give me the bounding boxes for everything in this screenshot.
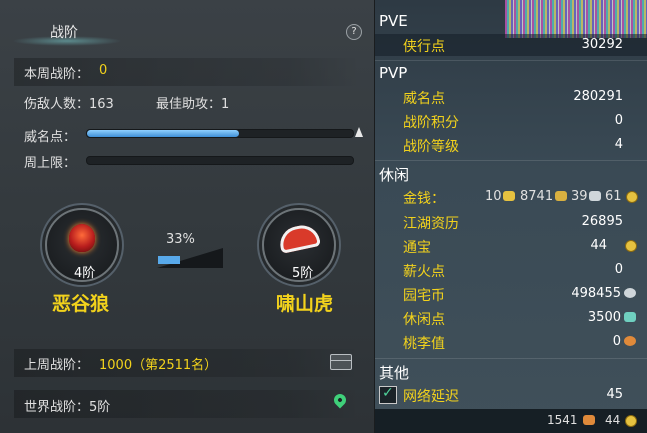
currency-panel: PVE 侠行点 30292 PVP 威名点 280291 战阶积分 0 战阶等级… [375,0,647,433]
taoli-value: 0 [612,334,621,349]
rank-level-value: 4 [614,137,623,152]
current-rank-name: 恶谷狼 [52,293,110,315]
tongbao-value: 44 [590,238,607,253]
yuanzhai-coin-icon [624,288,636,298]
bottom-left-count: 1541 [547,413,578,427]
prestige-value-r: 280291 [573,89,623,104]
other-section-title: 其他 [379,364,410,382]
prestige-cap-marker-icon [355,127,363,137]
xinhuo-label: 薪火点 [403,264,445,280]
gold-ingot-icon [555,191,567,201]
divider [375,160,647,161]
next-rank-level: 5阶 [292,266,314,281]
peach-icon [624,336,636,346]
prestige-label-r: 威名点 [403,91,445,107]
best-assist: 最佳助攻：1 [156,97,230,112]
pve-label: 侠行点 [403,39,445,55]
latency-label: 网络延迟 [403,389,459,405]
boot-icon [583,415,595,425]
world-rank: 世界战阶：5阶 [24,400,111,415]
background-glitch [505,0,647,38]
copper-coin-icon [626,191,638,203]
money-label: 金钱： [403,191,445,207]
panel-title: 战阶 [50,25,78,41]
taoli-label: 桃李值 [403,336,445,352]
money-gold: 8741 [520,189,554,204]
reward-chest-icon[interactable] [330,354,352,370]
prestige-bar-fill [87,130,239,137]
rank-score-value: 0 [614,113,623,128]
wolf-emblem-icon [69,224,95,252]
silver-ingot-icon [589,191,601,201]
xiuxian-label: 休闲点 [403,312,445,328]
yuanzhai-label: 园宅币 [403,288,445,304]
pvp-section-title: PVP [379,64,408,82]
prestige-label: 威名点： [24,130,77,145]
money-copper: 61 [605,189,622,204]
bottom-right-count: 44 [605,413,621,427]
next-rank-name: 啸山虎 [276,293,334,315]
divider [375,60,647,61]
divider [375,358,647,359]
rank-progress-fill [158,256,180,264]
week-cap-label: 周上限： [24,156,77,171]
bottom-coin-icon [625,415,637,427]
week-cap-bar [86,156,354,165]
last-week-label: 上周战阶： [24,358,90,373]
tongbao-label: 通宝 [403,240,431,256]
rank-level-label: 战阶等级 [403,139,459,155]
week-rank-label: 本周战阶： [24,67,90,82]
panel-header: 战阶 [0,14,374,50]
xinhuo-value: 0 [614,262,623,277]
jianghu-value: 26895 [581,214,623,229]
jianghu-label: 江湖资历 [403,216,459,232]
current-rank-level: 4阶 [74,266,96,281]
war-rank-panel: 战阶 ? 本周战阶： 0 伤敌人数：163 最佳助攻：1 威名点： 周上限： 4… [0,0,375,433]
last-week-value: 1000（第2511名） [99,358,218,373]
rank-progress-percent: 33% [166,232,195,247]
leisure-section-title: 休闲 [379,166,410,184]
gold-bar-icon [503,191,515,201]
yuanzhai-value: 498455 [571,286,621,301]
pve-value: 30292 [581,37,623,52]
week-rank-value: 0 [99,63,108,78]
prestige-bar [86,129,354,138]
money-gold-bars: 10 [485,189,502,204]
rank-score-label: 战阶积分 [403,115,459,131]
money-silver: 39 [571,189,588,204]
injured-count: 伤敌人数：163 [24,97,114,112]
tongbao-coin-icon [625,240,637,252]
help-icon[interactable]: ? [346,24,362,40]
latency-value: 45 [606,387,623,402]
xiuxian-value: 3500 [587,310,621,325]
latency-checkbox[interactable] [379,385,397,404]
tiger-emblem-icon [276,222,322,254]
leaf-icon [624,312,636,322]
pve-section-title: PVE [379,12,408,30]
